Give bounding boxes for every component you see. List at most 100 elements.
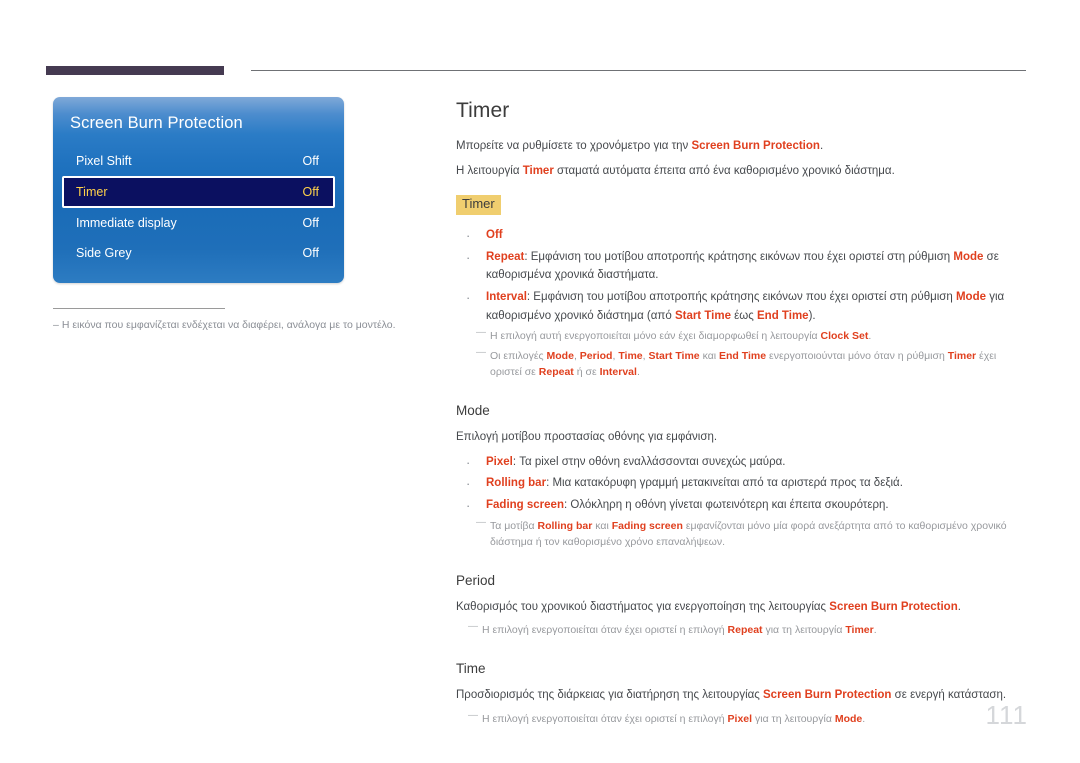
osd-value: Off xyxy=(302,185,319,199)
osd-row-timer[interactable]: Timer Off xyxy=(62,176,335,208)
osd-row-pixel-shift[interactable]: Pixel Shift Off xyxy=(62,146,335,176)
section-title-time: Time xyxy=(456,660,486,676)
osd-row-side-grey[interactable]: Side Grey Off xyxy=(62,238,335,268)
period-intro-b: . xyxy=(957,600,961,613)
period-subnote-accent-repeat: Repeat xyxy=(727,624,763,637)
osd-value: Off xyxy=(302,154,319,168)
period-intro: Καθορισμός του χρονικού διαστήματος για … xyxy=(456,598,1026,617)
list-item-interval: Interval: Εμφάνιση του μοτίβου αποτροπής… xyxy=(456,287,1026,325)
option-off-label: Off xyxy=(486,229,503,242)
time-subnote-c: . xyxy=(862,712,866,725)
option-interval-rest-a: : Εμφάνιση του μοτίβου αποτροπής κράτηση… xyxy=(526,291,956,304)
time-subnote: Η επιλογή ενεργοποιείται όταν έχει οριστ… xyxy=(456,708,1026,728)
time-intro-accent: Screen Burn Protection xyxy=(763,688,892,701)
timer-subnote-1: Η επιλογή αυτή ενεργοποιείται μόνο εάν έ… xyxy=(456,325,1026,345)
osd-label: Timer xyxy=(76,185,108,199)
intro-line-2: Η λειτουργία Timer σταματά αυτόματα έπει… xyxy=(456,162,1026,181)
mode-options-list: Pixel: Τα pixel στην οθόνη εναλλάσσονται… xyxy=(456,452,1026,516)
mode-subnote-mid: και xyxy=(592,519,612,532)
intro-line-1-text-a: Μπορείτε να ρυθμίσετε το χρονόμετρο για … xyxy=(456,140,692,152)
header-rule xyxy=(46,64,1026,76)
list-item-off: Off xyxy=(456,225,1026,246)
mode-intro: Επιλογή μοτίβου προστασίας οθόνης για εμ… xyxy=(456,431,718,444)
timer-subnote-2-sep-4: και xyxy=(699,349,720,362)
mode-subnote-a: Τα μοτίβα xyxy=(490,519,538,532)
timer-subnote-2-e: . xyxy=(636,366,640,379)
header-thin-rule xyxy=(251,70,1026,71)
time-subnote-accent-mode: Mode xyxy=(834,712,863,725)
intro-line-2-text-b: σταματά αυτόματα έπειτα από ένα καθορισμ… xyxy=(553,164,895,177)
option-interval-inline-accent-3: End Time xyxy=(757,309,809,322)
option-fading-screen-label: Fading screen xyxy=(486,498,564,511)
timer-subnote-2-b: ενεργοποιούνται μόνο όταν η ρύθμιση xyxy=(766,349,948,362)
timer-highlight-heading: Timer xyxy=(456,195,501,216)
option-interval-inline-accent-2: Start Time xyxy=(674,309,731,322)
timer-subnote-2-accent-end-time: End Time xyxy=(719,349,767,362)
timer-subnote-2-accent-period: Period xyxy=(579,349,613,362)
footnote-divider xyxy=(53,308,225,309)
main-content: Timer Μπορείτε να ρυθμίσετε το χρονόμετρ… xyxy=(456,99,1026,730)
osd-row-immediate-display[interactable]: Immediate display Off xyxy=(62,208,335,238)
option-repeat-label: Repeat xyxy=(486,250,525,263)
time-intro-a: Προσδιορισμός της διάρκειας για διατήρησ… xyxy=(456,688,764,701)
period-subnote: Η επιλογή ενεργοποιείται όταν έχει οριστ… xyxy=(456,619,1026,639)
osd-menu-title: Screen Burn Protection xyxy=(70,114,243,132)
intro-line-2-accent: Timer xyxy=(522,164,554,177)
option-rolling-bar-rest: : Μια κατακόρυφη γραμμή μετακινείται από… xyxy=(546,477,903,490)
timer-subnote-2-accent-timer: Timer xyxy=(947,349,977,362)
timer-subnote-1-accent: Clock Set xyxy=(820,330,869,343)
intro-line-1-text-b: . xyxy=(819,140,824,152)
timer-subnote-2-d: ή σε xyxy=(573,366,600,379)
left-footnote: – Η εικόνα που εμφανίζεται ενδέχεται να δ… xyxy=(53,308,403,333)
footnote-text: – Η εικόνα που εμφανίζεται ενδέχεται να δ… xyxy=(53,318,403,333)
section-title-period: Period xyxy=(456,572,496,588)
time-subnote-a: Η επιλογή ενεργοποιείται όταν έχει οριστ… xyxy=(482,712,728,725)
page-title: Timer xyxy=(456,99,510,122)
footnote-body: Η εικόνα που εμφανίζεται ενδέχεται να δι… xyxy=(61,319,396,331)
period-subnote-accent-timer: Timer xyxy=(845,624,874,637)
list-item-rolling-bar: Rolling bar: Μια κατακόρυφη γραμμή μετακ… xyxy=(456,473,1026,494)
period-subnote-c: . xyxy=(873,624,877,637)
mode-subnote-accent-rolling-bar: Rolling bar xyxy=(537,519,593,532)
osd-menu-panel: Screen Burn Protection Pixel Shift Off T… xyxy=(53,97,344,283)
option-pixel-label: Pixel xyxy=(486,455,513,468)
mode-subnote-accent-fading-screen: Fading screen xyxy=(611,519,683,532)
intro-line-1-accent: Screen Burn Protection xyxy=(691,140,820,152)
timer-options-list: Off Repeat: Εμφάνιση του μοτίβου αποτροπ… xyxy=(456,225,1026,325)
timer-subnote-2-accent-repeat: Repeat xyxy=(538,366,574,379)
list-item-fading-screen: Fading screen: Ολόκληρη η οθόνη γίνεται … xyxy=(456,495,1026,516)
timer-subnote-2-a: Οι επιλογές xyxy=(490,349,547,362)
osd-label: Immediate display xyxy=(76,216,177,230)
intro-line-1: Μπορείτε να ρυθμίσετε το χρονόμετρο για … xyxy=(456,137,1026,156)
timer-subnote-2-accent-time: Time xyxy=(618,349,643,362)
time-intro: Προσδιορισμός της διάρκειας για διατήρησ… xyxy=(456,686,1026,705)
timer-subnote-2-accent-start-time: Start Time xyxy=(648,349,700,362)
time-subnote-b: για τη λειτουργία xyxy=(752,712,835,725)
page-number: 111 xyxy=(985,700,1028,730)
footnote-dash: – xyxy=(53,319,59,331)
timer-subnote-2-accent-mode: Mode xyxy=(546,349,574,362)
option-repeat-inline-accent: Mode xyxy=(953,250,984,263)
timer-subnote-2-accent-interval: Interval xyxy=(599,366,637,379)
option-fading-screen-rest: : Ολόκληρη η οθόνη γίνεται φωτεινότερη κ… xyxy=(563,498,889,511)
timer-subnote-1-b: . xyxy=(868,330,872,343)
osd-menu-list: Pixel Shift Off Timer Off Immediate disp… xyxy=(62,146,335,268)
period-subnote-a: Η επιλογή ενεργοποιείται όταν έχει οριστ… xyxy=(482,624,728,637)
option-rolling-bar-label: Rolling bar xyxy=(486,477,547,490)
period-intro-a: Καθορισμός του χρονικού διαστήματος για … xyxy=(456,600,830,613)
option-pixel-rest: : Τα pixel στην οθόνη εναλλάσσονται συνε… xyxy=(512,455,786,468)
osd-value: Off xyxy=(302,216,319,230)
osd-value: Off xyxy=(302,246,319,260)
osd-label: Pixel Shift xyxy=(76,154,132,168)
mode-subnote: Τα μοτίβα Rolling bar και Fading screen … xyxy=(456,515,1026,551)
period-subnote-b: για τη λειτουργία xyxy=(762,624,846,637)
option-interval-inline-accent: Mode xyxy=(955,291,986,304)
timer-subnote-2: Οι επιλογές Mode, Period, Time, Start Ti… xyxy=(456,345,1026,381)
list-item-pixel: Pixel: Τα pixel στην οθόνη εναλλάσσονται… xyxy=(456,452,1026,473)
intro-line-2-text-a: Η λειτουργία xyxy=(456,164,523,177)
header-accent-bar xyxy=(46,66,224,75)
time-subnote-accent-pixel: Pixel xyxy=(727,712,753,725)
option-repeat-rest-a: : Εμφάνιση του μοτίβου αποτροπής κράτηση… xyxy=(524,250,954,263)
option-interval-rest-c: έως xyxy=(730,309,758,322)
option-interval-rest-d: ). xyxy=(808,309,816,322)
